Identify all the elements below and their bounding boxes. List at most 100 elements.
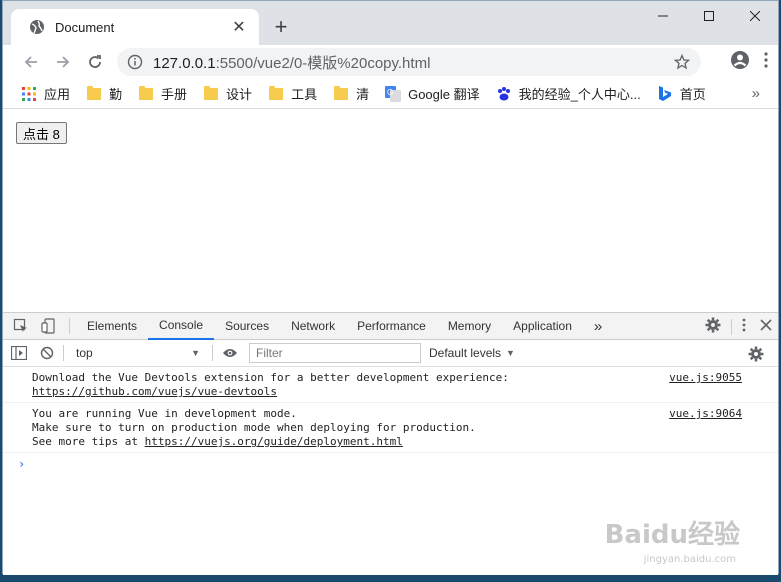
bookmark-label: Google 翻译 bbox=[408, 87, 480, 102]
bookmark-folder-design[interactable]: 设计 bbox=[203, 84, 252, 103]
bookmark-folder-tools[interactable]: 工具 bbox=[268, 84, 317, 103]
bookmark-label: 勤 bbox=[109, 87, 123, 102]
devtools-panel: Elements Console Sources Network Perform… bbox=[3, 312, 778, 575]
bookmark-baidu-jingyan[interactable]: 我的经验_个人中心... bbox=[496, 84, 641, 103]
console-output: Download the Vue Devtools extension for … bbox=[3, 367, 778, 471]
bookmark-label: 清 bbox=[356, 87, 370, 102]
tab-document[interactable]: Document ✕ bbox=[11, 9, 259, 45]
click-counter-button[interactable]: 点击 8 bbox=[16, 122, 67, 144]
title-bar: Document ✕ + bbox=[3, 1, 778, 45]
folder-icon bbox=[268, 85, 284, 102]
globe-icon bbox=[29, 19, 45, 35]
bing-icon bbox=[657, 85, 673, 102]
page-content: 点击 8 bbox=[3, 110, 778, 312]
source-link[interactable]: vue.js:9064 bbox=[669, 407, 742, 421]
bookmark-folder-manual[interactable]: 手册 bbox=[138, 84, 187, 103]
bookmark-folder-qing[interactable]: 清 bbox=[333, 84, 369, 103]
console-filter-input[interactable]: Filter bbox=[249, 343, 421, 363]
context-select[interactable]: top ▼ bbox=[66, 346, 206, 360]
more-tabs-icon[interactable]: » bbox=[583, 313, 613, 340]
dropdown-arrow-icon: ▼ bbox=[506, 348, 515, 358]
bookmark-label: 首页 bbox=[679, 87, 706, 102]
new-tab-button[interactable]: + bbox=[269, 15, 293, 39]
source-link[interactable]: vue.js:9055 bbox=[669, 371, 742, 385]
console-toolbar: top ▼ Filter Default levels ▼ bbox=[3, 340, 778, 367]
context-value: top bbox=[76, 346, 93, 360]
bookmark-folder-qin[interactable]: 勤 bbox=[86, 84, 122, 103]
settings-gear-icon[interactable] bbox=[705, 317, 721, 336]
forward-button[interactable] bbox=[49, 48, 77, 76]
bookmark-label: 手册 bbox=[161, 87, 188, 102]
message-text: See more tips at bbox=[32, 435, 145, 448]
tab-console[interactable]: Console bbox=[148, 313, 215, 340]
deployment-link[interactable]: https://vuejs.org/guide/deployment.html bbox=[145, 435, 403, 448]
back-button[interactable] bbox=[17, 48, 45, 76]
browser-window: Document ✕ + 127.0.0.1:5500/vue2/0-模版%20… bbox=[2, 0, 779, 575]
tab-performance[interactable]: Performance bbox=[346, 313, 437, 340]
close-devtools-icon[interactable] bbox=[760, 319, 772, 334]
profile-avatar-icon[interactable] bbox=[730, 50, 750, 73]
dropdown-arrow-icon: ▼ bbox=[191, 348, 200, 358]
maximize-button[interactable] bbox=[686, 1, 732, 31]
divider bbox=[731, 318, 732, 335]
more-bookmarks-icon[interactable]: » bbox=[752, 85, 760, 102]
console-settings-gear-icon[interactable] bbox=[748, 346, 764, 365]
message-text: You are running Vue in development mode. bbox=[32, 407, 297, 420]
minimize-button[interactable] bbox=[640, 1, 686, 31]
tab-elements[interactable]: Elements bbox=[76, 313, 148, 340]
bookmarks-bar: 应用 勤 手册 设计 工具 清 G Google 翻译 我的经验_个人中心...… bbox=[3, 79, 778, 109]
menu-kebab-icon[interactable] bbox=[764, 52, 768, 71]
google-translate-icon: G bbox=[385, 85, 402, 102]
divider bbox=[63, 345, 64, 361]
reload-button[interactable] bbox=[81, 48, 109, 76]
bookmark-label: 我的经验_个人中心... bbox=[518, 87, 641, 102]
folder-icon bbox=[86, 85, 102, 102]
customize-kebab-icon[interactable] bbox=[742, 318, 746, 335]
tab-title: Document bbox=[55, 19, 115, 35]
svg-text:G: G bbox=[387, 88, 393, 97]
devtools-link[interactable]: https://github.com/vuejs/vue-devtools bbox=[32, 385, 277, 398]
baidu-paw-icon bbox=[496, 86, 512, 102]
log-levels-select[interactable]: Default levels ▼ bbox=[429, 346, 515, 360]
inspect-element-icon[interactable] bbox=[7, 313, 35, 340]
show-sidebar-icon[interactable] bbox=[5, 340, 33, 367]
devtools-tabbar: Elements Console Sources Network Perform… bbox=[3, 313, 778, 340]
devtools-actions bbox=[705, 313, 772, 340]
device-toolbar-icon[interactable] bbox=[35, 313, 63, 340]
console-prompt[interactable]: › bbox=[3, 453, 778, 471]
console-message: You are running Vue in development mode.… bbox=[3, 403, 778, 453]
bookmark-label: 设计 bbox=[226, 87, 253, 102]
tab-sources[interactable]: Sources bbox=[214, 313, 280, 340]
divider bbox=[212, 345, 213, 361]
bookmark-home[interactable]: 首页 bbox=[657, 84, 706, 103]
bookmark-google-translate[interactable]: G Google 翻译 bbox=[385, 84, 480, 103]
clear-console-icon[interactable] bbox=[33, 340, 61, 367]
folder-icon bbox=[333, 85, 349, 102]
close-tab-icon[interactable]: ✕ bbox=[229, 17, 249, 37]
bookmark-label: 应用 bbox=[44, 87, 71, 102]
url-host: 127.0.0.1 bbox=[153, 54, 216, 72]
tab-memory[interactable]: Memory bbox=[437, 313, 502, 340]
url-path: :5500/vue2/0-模版%20copy.html bbox=[215, 54, 431, 72]
bookmark-apps[interactable]: 应用 bbox=[21, 84, 70, 103]
folder-icon bbox=[203, 85, 219, 102]
url-text: 127.0.0.1:5500/vue2/0-模版%20copy.html bbox=[153, 52, 673, 73]
message-text: Make sure to turn on production mode whe… bbox=[32, 421, 476, 434]
console-message: Download the Vue Devtools extension for … bbox=[3, 367, 778, 403]
close-window-button[interactable] bbox=[732, 1, 778, 31]
apps-grid-icon bbox=[21, 86, 37, 102]
message-text: Download the Vue Devtools extension for … bbox=[32, 371, 509, 384]
site-info-icon[interactable] bbox=[127, 54, 143, 70]
address-bar[interactable]: 127.0.0.1:5500/vue2/0-模版%20copy.html bbox=[117, 48, 701, 76]
bookmark-label: 工具 bbox=[291, 87, 318, 102]
divider bbox=[69, 318, 70, 334]
watermark-logo: Baidu经验 bbox=[604, 520, 740, 550]
folder-icon bbox=[138, 85, 154, 102]
browser-toolbar: 127.0.0.1:5500/vue2/0-模版%20copy.html bbox=[3, 45, 778, 79]
tab-network[interactable]: Network bbox=[280, 313, 346, 340]
watermark-url: jingyan.baidu.com bbox=[643, 554, 736, 565]
toolbar-right bbox=[730, 50, 768, 73]
tab-application[interactable]: Application bbox=[502, 313, 583, 340]
bookmark-star-icon[interactable] bbox=[673, 53, 691, 71]
eye-live-expression-icon[interactable] bbox=[219, 340, 241, 367]
